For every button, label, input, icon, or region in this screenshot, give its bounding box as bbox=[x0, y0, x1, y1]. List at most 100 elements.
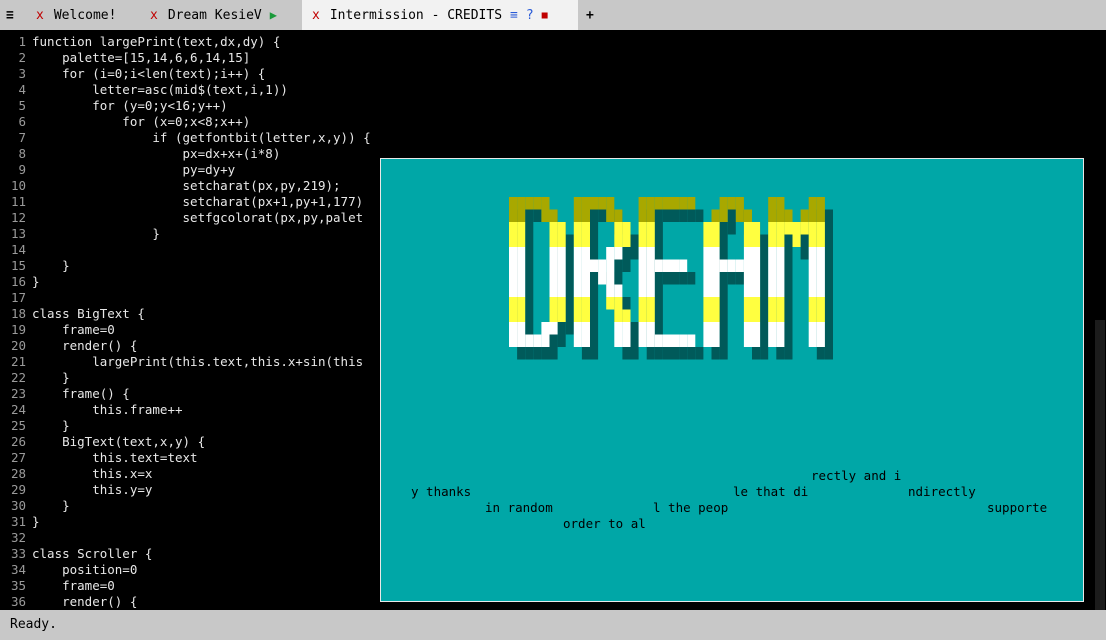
code-text: position=0 bbox=[32, 562, 138, 577]
logo-pixel bbox=[549, 234, 558, 247]
logo-pixel bbox=[581, 297, 590, 310]
code-line[interactable]: 35 frame=0 bbox=[0, 578, 115, 594]
logo-shadow-pixel bbox=[824, 247, 833, 260]
scrollbar-thumb[interactable] bbox=[1095, 320, 1105, 610]
close-icon[interactable]: x bbox=[150, 8, 158, 23]
logo-pixel bbox=[792, 234, 801, 247]
code-line[interactable]: 34 position=0 bbox=[0, 562, 137, 578]
code-line[interactable]: 4 letter=asc(mid$(text,i,1)) bbox=[0, 82, 287, 98]
logo-shadow-pixel bbox=[760, 334, 769, 347]
tab-dream-kesiev[interactable]: x Dream KesieV ▶ bbox=[140, 0, 302, 30]
logo-shadow-pixel bbox=[695, 347, 704, 360]
logo-shadow-pixel bbox=[565, 322, 574, 335]
logo-shadow-pixel bbox=[654, 234, 663, 247]
code-line[interactable]: 30 } bbox=[0, 498, 70, 514]
logo-pixel bbox=[581, 284, 590, 297]
preview-window: rectly and i y thanks le that di ndirect… bbox=[380, 158, 1084, 602]
logo-pixel bbox=[517, 334, 526, 347]
code-line[interactable]: 25 } bbox=[0, 418, 70, 434]
code-line[interactable]: 22 } bbox=[0, 370, 70, 386]
code-line[interactable]: 11 setcharat(px+1,py+1,177) bbox=[0, 194, 363, 210]
logo-pixel bbox=[816, 259, 825, 272]
logo-pixel bbox=[679, 334, 688, 347]
logo-pixel bbox=[646, 309, 655, 322]
logo-pixel bbox=[509, 259, 518, 272]
code-line[interactable]: 20 render() { bbox=[0, 338, 137, 354]
logo-pixel bbox=[622, 234, 631, 247]
close-icon[interactable]: x bbox=[36, 8, 44, 23]
code-line[interactable]: 19 frame=0 bbox=[0, 322, 115, 338]
run-icon[interactable]: ▶ bbox=[270, 8, 277, 22]
logo-shadow-pixel bbox=[784, 334, 793, 347]
logo-shadow-pixel bbox=[727, 272, 736, 285]
logo-pixel bbox=[557, 234, 566, 247]
status-bar: Ready. bbox=[0, 610, 1106, 640]
line-number: 13 bbox=[10, 226, 26, 241]
help-icon[interactable]: ? bbox=[526, 8, 534, 23]
code-text: setfgcolorat(px,py,palet bbox=[32, 210, 364, 225]
code-line[interactable]: 28 this.x=x bbox=[0, 466, 152, 482]
code-line[interactable]: 21 largePrint(this.text,this.x+sin(this bbox=[0, 354, 363, 370]
tab-welcome[interactable]: x Welcome! bbox=[22, 0, 140, 30]
code-line[interactable]: 26 BigText(text,x,y) { bbox=[0, 434, 205, 450]
logo-pixel bbox=[509, 334, 518, 347]
logo-shadow-pixel bbox=[784, 347, 793, 360]
logo-pixel bbox=[743, 297, 752, 310]
logo-shadow-pixel bbox=[525, 272, 534, 285]
line-number: 14 bbox=[10, 242, 26, 257]
code-line[interactable]: 5 for (y=0;y<16;y++) bbox=[0, 98, 227, 114]
code-line[interactable]: 33 class Scroller { bbox=[0, 546, 152, 562]
code-line[interactable]: 9 py=dy+y bbox=[0, 162, 235, 178]
logo-shadow-pixel bbox=[581, 347, 590, 360]
logo-shadow-pixel bbox=[630, 322, 639, 335]
code-line[interactable]: 36 render() { bbox=[0, 594, 137, 610]
code-line[interactable]: 15 } bbox=[0, 258, 70, 274]
code-line[interactable]: 16} bbox=[0, 274, 40, 290]
code-line[interactable]: 6 for (x=0;x<8;x++) bbox=[0, 114, 250, 130]
logo-shadow-pixel bbox=[533, 347, 542, 360]
close-icon[interactable]: x bbox=[312, 8, 320, 23]
logo-pixel bbox=[816, 247, 825, 260]
code-line[interactable]: 17 bbox=[0, 290, 32, 306]
logo-pixel bbox=[573, 297, 582, 310]
code-line[interactable]: 18 class BigText { bbox=[0, 306, 145, 322]
code-line[interactable]: 8 px=dx+x+(i*8) bbox=[0, 146, 280, 162]
logo-pixel bbox=[581, 247, 590, 260]
code-line[interactable]: 24 this.frame++ bbox=[0, 402, 183, 418]
logo-pixel bbox=[743, 322, 752, 335]
code-line[interactable]: 1 function largePrint(text,dx,dy) { bbox=[0, 34, 280, 50]
code-line[interactable]: 12 setfgcolorat(px,py,palet bbox=[0, 210, 363, 226]
tab-bar: ≡ x Welcome! x Dream KesieV ▶ x Intermis… bbox=[0, 0, 1106, 30]
logo-pixel bbox=[638, 197, 647, 210]
logo-pixel bbox=[816, 309, 825, 322]
code-line[interactable]: 27 this.text=text bbox=[0, 450, 198, 466]
code-line[interactable]: 10 setcharat(px,py,219); bbox=[0, 178, 341, 194]
code-line[interactable]: 14 bbox=[0, 242, 32, 258]
logo-shadow-pixel bbox=[557, 334, 566, 347]
tab-intermission-credits[interactable]: x Intermission - CREDITS ≡ ? ■ bbox=[302, 0, 578, 30]
code-line[interactable]: 32 bbox=[0, 530, 32, 546]
logo-pixel bbox=[517, 297, 526, 310]
code-line[interactable]: 29 this.y=y bbox=[0, 482, 152, 498]
code-line[interactable]: 7 if (getfontbit(letter,x,y)) { bbox=[0, 130, 370, 146]
logo-pixel bbox=[711, 284, 720, 297]
add-tab-button[interactable]: + bbox=[586, 0, 606, 30]
logo-shadow-pixel bbox=[784, 284, 793, 297]
hamburger-icon[interactable]: ≡ bbox=[510, 8, 518, 23]
code-line[interactable]: 2 palette=[15,14,6,6,14,15] bbox=[0, 50, 250, 66]
logo-pixel bbox=[549, 247, 558, 260]
logo-shadow-pixel bbox=[784, 309, 793, 322]
logo-pixel bbox=[598, 197, 607, 210]
logo-shadow-pixel bbox=[784, 259, 793, 272]
code-line[interactable]: 13 } bbox=[0, 226, 160, 242]
menu-icon[interactable]: ≡ bbox=[6, 0, 14, 30]
code-line[interactable]: 31} bbox=[0, 514, 40, 530]
stop-icon[interactable]: ■ bbox=[542, 10, 548, 21]
line-number: 17 bbox=[10, 290, 26, 305]
logo-pixel bbox=[614, 222, 623, 235]
code-line[interactable]: 23 frame() { bbox=[0, 386, 130, 402]
logo-pixel bbox=[768, 309, 777, 322]
code-line[interactable]: 3 for (i=0;i<len(text);i++) { bbox=[0, 66, 265, 82]
logo-pixel bbox=[703, 309, 712, 322]
logo-shadow-pixel bbox=[719, 309, 728, 322]
